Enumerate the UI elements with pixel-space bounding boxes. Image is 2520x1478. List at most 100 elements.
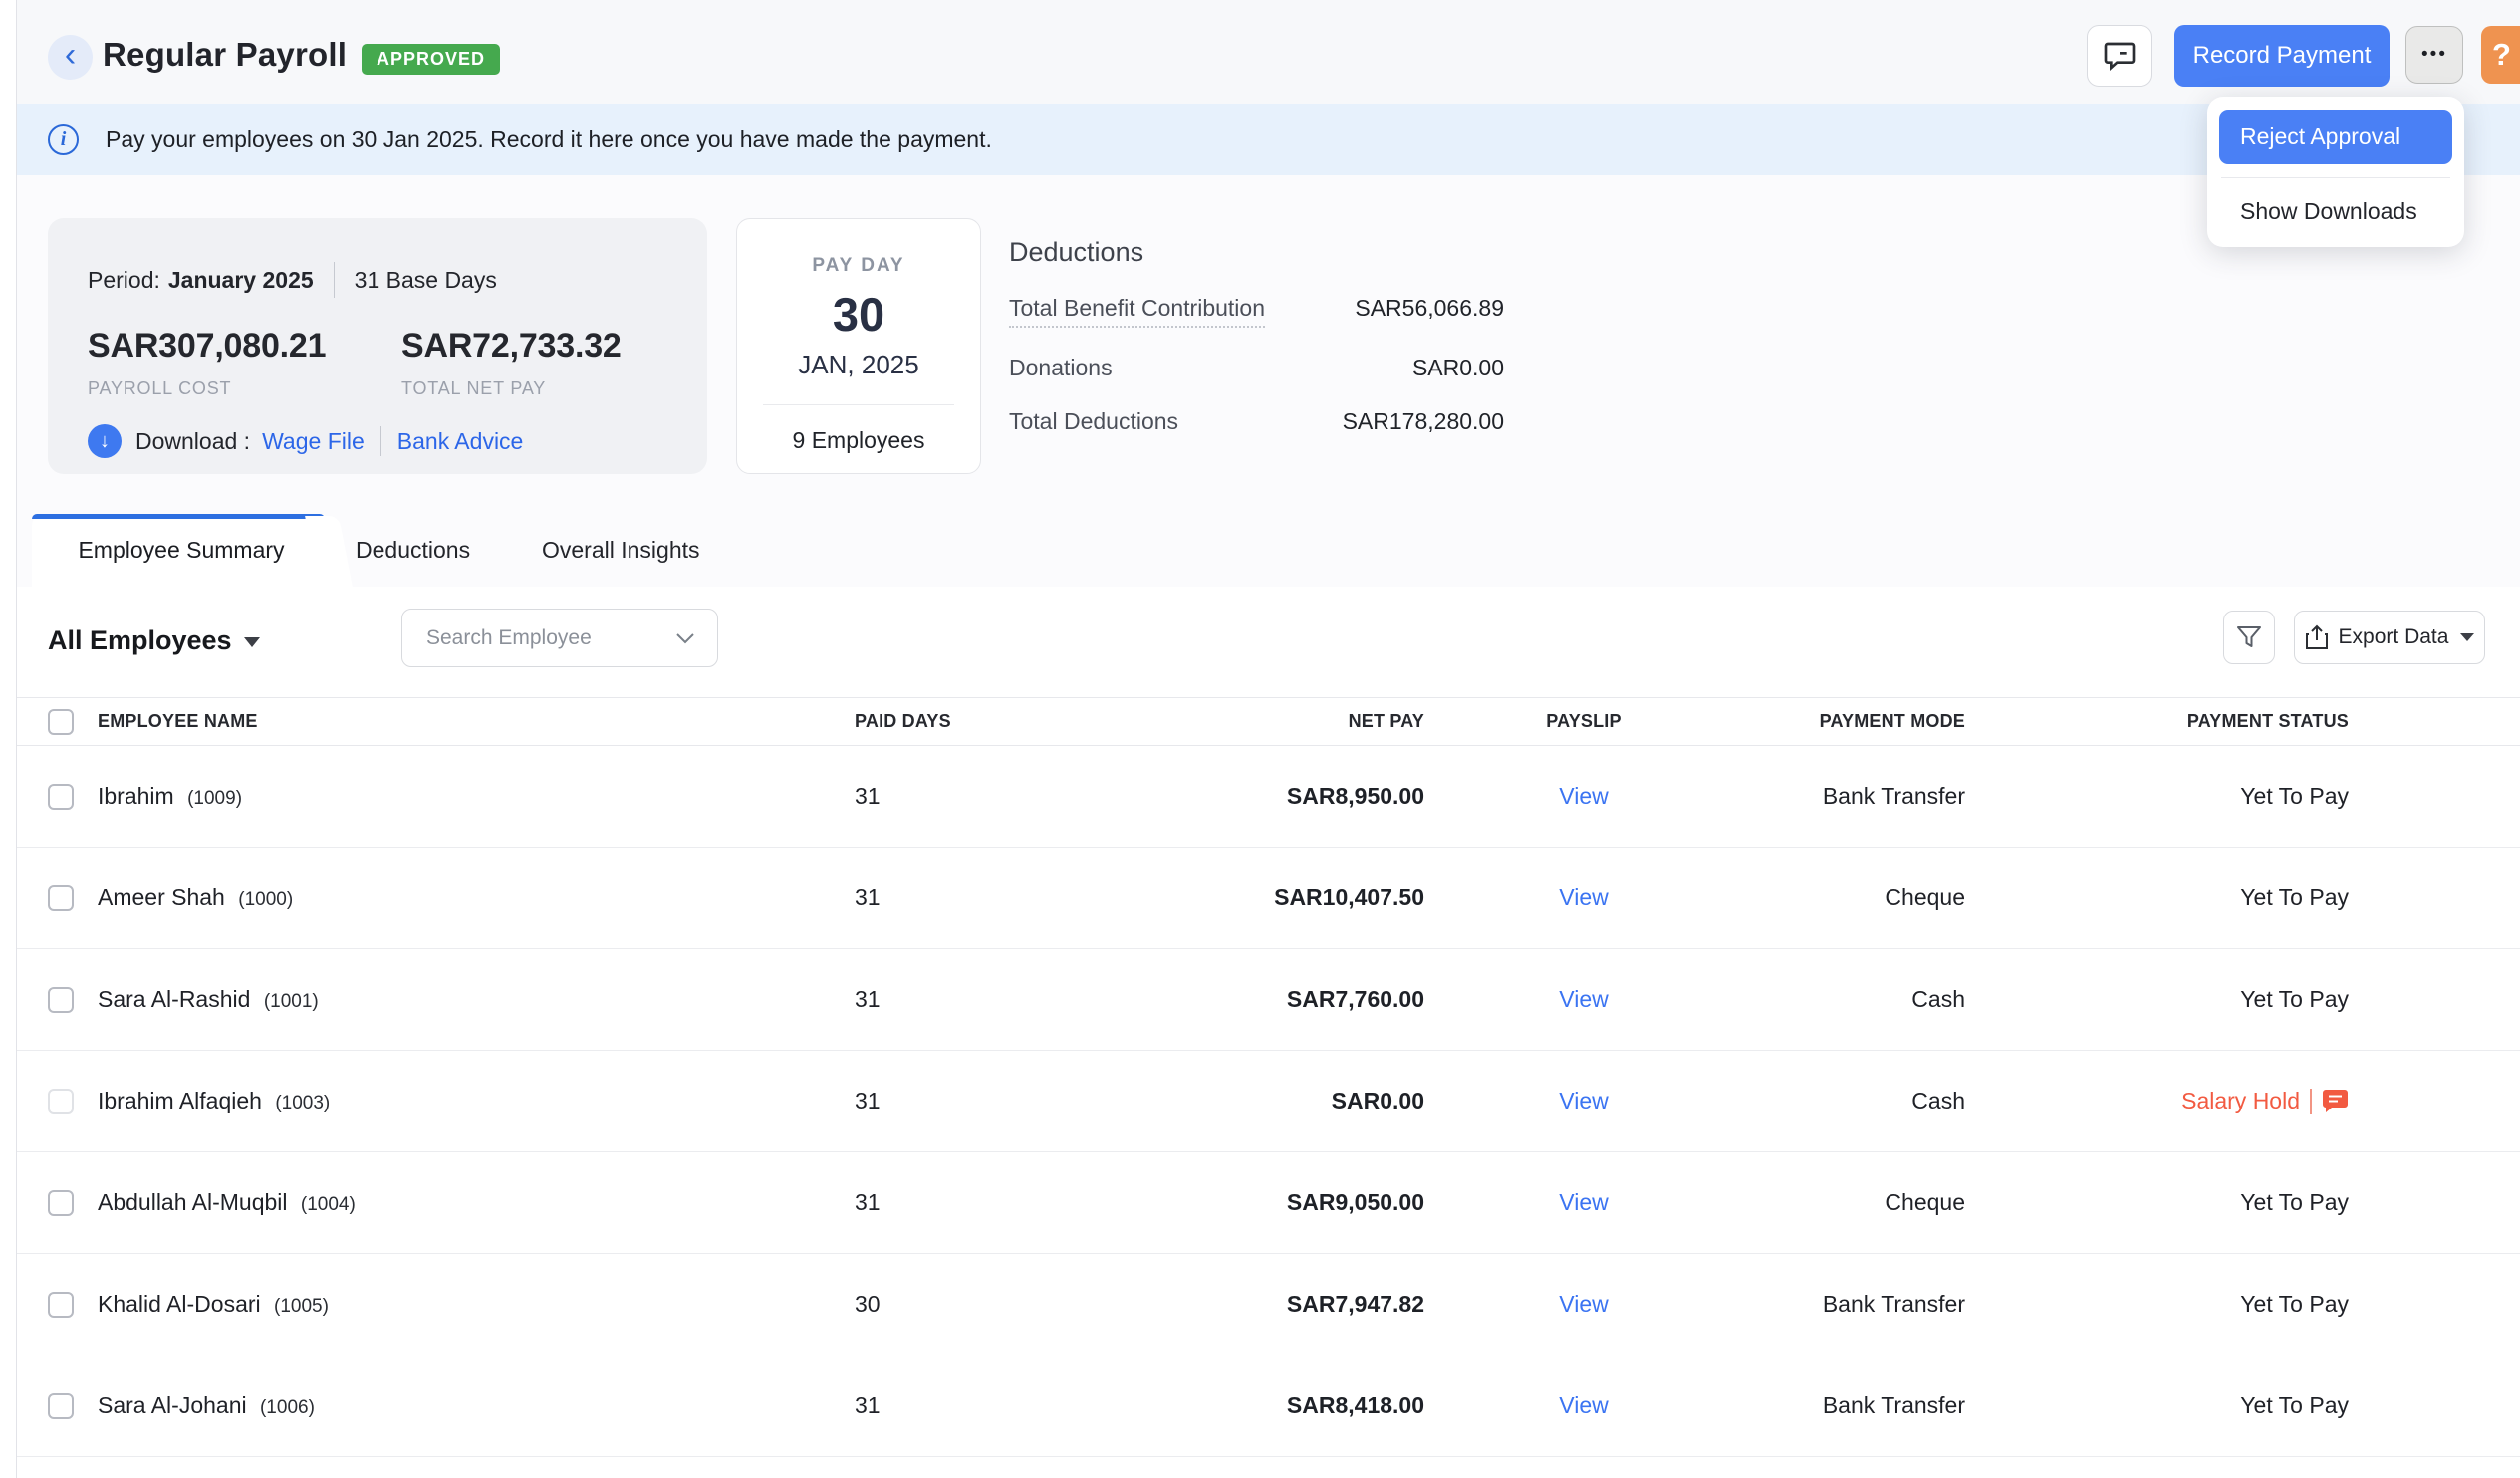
payment-status-value: Yet To Pay bbox=[1965, 783, 2349, 810]
row-checkbox[interactable] bbox=[48, 1190, 74, 1216]
payment-status-text: Yet To Pay bbox=[2240, 1392, 2349, 1419]
comment-button[interactable] bbox=[2087, 25, 2152, 87]
payment-status-value: Salary Hold bbox=[1965, 1088, 2349, 1114]
export-label: Export Data bbox=[2339, 625, 2449, 649]
row-checkbox[interactable] bbox=[48, 885, 74, 911]
employee-id: (1009) bbox=[187, 788, 242, 809]
employee-id: (1001) bbox=[264, 991, 319, 1012]
total-benefit-contribution-value: SAR56,066.89 bbox=[1355, 295, 1504, 322]
total-net-pay-amount: SAR72,733.32 bbox=[401, 327, 622, 366]
view-payslip-link[interactable]: View bbox=[1559, 1088, 1608, 1113]
row-checkbox[interactable] bbox=[48, 1089, 74, 1114]
deduction-row: Total Benefit Contribution SAR56,066.89 bbox=[1009, 295, 1504, 328]
paid-days-value: 31 bbox=[855, 1189, 1183, 1216]
column-payment-status: PAYMENT STATUS bbox=[1965, 711, 2349, 732]
table-row[interactable]: Abdullah Al-Muqbil (1004) 31 SAR9,050.00… bbox=[17, 1152, 2520, 1254]
total-deductions-value: SAR178,280.00 bbox=[1343, 408, 1504, 435]
payment-status-value: Yet To Pay bbox=[1965, 1189, 2349, 1216]
period-value: January 2025 bbox=[168, 267, 314, 294]
payment-status-text: Yet To Pay bbox=[2240, 783, 2349, 810]
search-employee-placeholder: Search Employee bbox=[426, 626, 675, 650]
donations-value: SAR0.00 bbox=[1412, 355, 1504, 381]
back-button[interactable]: ‹ bbox=[48, 35, 93, 80]
employee-name: Ibrahim Alfaqieh bbox=[98, 1088, 262, 1113]
row-checkbox[interactable] bbox=[48, 1292, 74, 1318]
paid-days-value: 31 bbox=[855, 986, 1183, 1013]
pay-day-number: 30 bbox=[737, 287, 980, 342]
bank-advice-link[interactable]: Bank Advice bbox=[397, 428, 524, 455]
payroll-cost-amount: SAR307,080.21 bbox=[88, 327, 401, 366]
table-row[interactable]: Ibrahim (1009) 31 SAR8,950.00 View Bank … bbox=[17, 746, 2520, 848]
filter-button[interactable] bbox=[2223, 611, 2275, 664]
net-pay-value: SAR8,950.00 bbox=[1183, 783, 1424, 810]
divider bbox=[334, 262, 335, 298]
total-benefit-contribution-label[interactable]: Total Benefit Contribution bbox=[1009, 295, 1265, 328]
tab-label: Employee Summary bbox=[32, 514, 331, 587]
tab-overall-insights[interactable]: Overall Insights bbox=[542, 514, 700, 587]
table-row[interactable]: Sara Al-Johani (1006) 31 SAR8,418.00 Vie… bbox=[17, 1355, 2520, 1457]
employee-count: 9 Employees bbox=[737, 427, 980, 454]
employee-name: Sara Al-Rashid bbox=[98, 986, 250, 1012]
view-payslip-link[interactable]: View bbox=[1559, 1189, 1608, 1215]
employee-id: (1004) bbox=[301, 1194, 356, 1215]
row-checkbox[interactable] bbox=[48, 1393, 74, 1419]
info-icon: i bbox=[48, 124, 79, 155]
view-payslip-link[interactable]: View bbox=[1559, 986, 1608, 1012]
filter-funnel-icon bbox=[2236, 625, 2262, 649]
period-label: Period: bbox=[88, 267, 160, 294]
payment-status-text: Yet To Pay bbox=[2240, 884, 2349, 911]
payment-mode-value: Cash bbox=[1743, 1088, 1965, 1114]
net-pay-value: SAR9,050.00 bbox=[1183, 1189, 1424, 1216]
payment-mode-value: Cheque bbox=[1743, 1189, 1965, 1216]
help-icon: ? bbox=[2492, 37, 2511, 73]
view-payslip-link[interactable]: View bbox=[1559, 1392, 1608, 1418]
payment-mode-value: Bank Transfer bbox=[1743, 783, 1965, 810]
page-title: Regular Payroll bbox=[103, 36, 347, 74]
salary-hold-comment-icon[interactable] bbox=[2322, 1089, 2349, 1113]
wage-file-link[interactable]: Wage File bbox=[262, 428, 365, 455]
employee-name: Sara Al-Johani bbox=[98, 1392, 247, 1418]
payment-status-text: Yet To Pay bbox=[2240, 1291, 2349, 1318]
row-checkbox[interactable] bbox=[48, 987, 74, 1013]
table-row[interactable]: Sara Al-Rashid (1001) 31 SAR7,760.00 Vie… bbox=[17, 949, 2520, 1051]
record-payment-button[interactable]: Record Payment bbox=[2174, 25, 2390, 87]
table-row[interactable]: Khalid Al-Dosari (1005) 30 SAR7,947.82 V… bbox=[17, 1254, 2520, 1355]
paid-days-value: 30 bbox=[855, 1291, 1183, 1318]
view-payslip-link[interactable]: View bbox=[1559, 783, 1608, 809]
tab-employee-summary[interactable]: Employee Summary bbox=[32, 514, 331, 587]
more-button[interactable]: ••• bbox=[2405, 26, 2463, 84]
search-employee-select[interactable]: Search Employee bbox=[401, 609, 718, 667]
export-data-button[interactable]: Export Data bbox=[2294, 611, 2485, 664]
payment-status-text: Yet To Pay bbox=[2240, 1189, 2349, 1216]
row-checkbox[interactable] bbox=[48, 784, 74, 810]
deductions-summary: Deductions Total Benefit Contribution SA… bbox=[1009, 237, 1504, 435]
menu-item-show-downloads[interactable]: Show Downloads bbox=[2219, 178, 2452, 225]
employee-id: (1005) bbox=[274, 1296, 329, 1317]
column-employee-name: EMPLOYEE NAME bbox=[98, 711, 855, 732]
payment-mode-value: Bank Transfer bbox=[1743, 1392, 1965, 1419]
chevron-down-icon bbox=[675, 632, 695, 644]
payment-status-value: Yet To Pay bbox=[1965, 1392, 2349, 1419]
select-all-checkbox[interactable] bbox=[48, 709, 74, 735]
payment-status-text: Salary Hold bbox=[2181, 1088, 2300, 1114]
payment-status-value: Yet To Pay bbox=[1965, 1291, 2349, 1318]
view-payslip-link[interactable]: View bbox=[1559, 884, 1608, 910]
table-row[interactable]: Ibrahim Alfaqieh (1003) 31 SAR0.00 View … bbox=[17, 1051, 2520, 1152]
table-header-row: EMPLOYEE NAME PAID DAYS NET PAY PAYSLIP … bbox=[17, 697, 2520, 746]
tab-deductions[interactable]: Deductions bbox=[356, 514, 470, 587]
net-pay-value: SAR8,418.00 bbox=[1183, 1392, 1424, 1419]
left-gutter-border bbox=[16, 0, 17, 1478]
help-button[interactable]: ? bbox=[2481, 26, 2520, 84]
employee-filter-dropdown[interactable]: All Employees bbox=[48, 625, 260, 656]
status-badge: APPROVED bbox=[362, 44, 500, 75]
column-payslip: PAYSLIP bbox=[1424, 711, 1743, 732]
employee-table-body: Ibrahim (1009) 31 SAR8,950.00 View Bank … bbox=[17, 746, 2520, 1457]
header-bar: ‹ Regular Payroll APPROVED Record Paymen… bbox=[17, 0, 2520, 104]
table-row[interactable]: Ameer Shah (1000) 31 SAR10,407.50 View C… bbox=[17, 848, 2520, 949]
total-deductions-label: Total Deductions bbox=[1009, 408, 1178, 435]
base-days: 31 Base Days bbox=[355, 267, 497, 294]
salary-hold-extra bbox=[2310, 1089, 2312, 1114]
payment-status-text: Yet To Pay bbox=[2240, 986, 2349, 1013]
menu-item-reject-approval[interactable]: Reject Approval bbox=[2219, 110, 2452, 164]
view-payslip-link[interactable]: View bbox=[1559, 1291, 1608, 1317]
